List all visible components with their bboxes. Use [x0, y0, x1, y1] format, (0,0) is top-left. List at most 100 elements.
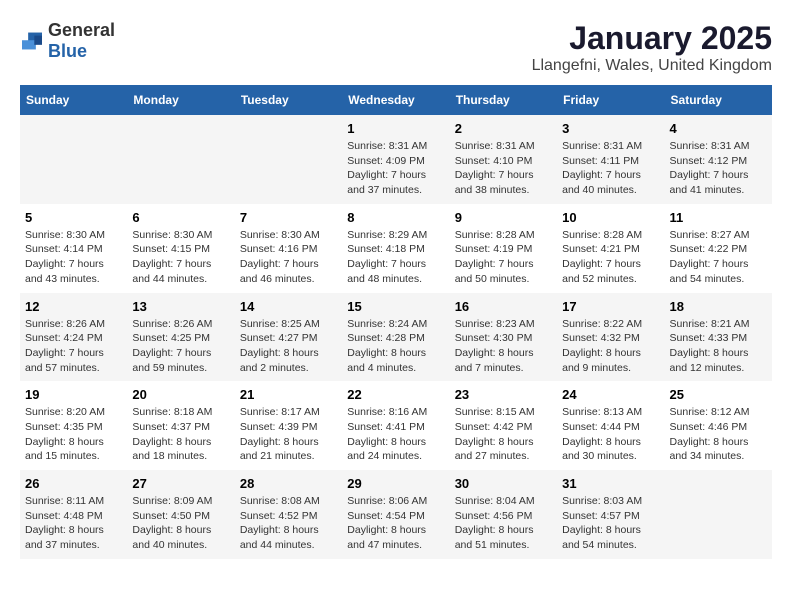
- day-number: 19: [25, 387, 122, 402]
- day-number: 15: [347, 299, 444, 314]
- day-number: 21: [240, 387, 337, 402]
- day-info: Sunrise: 8:29 AM Sunset: 4:18 PM Dayligh…: [347, 228, 444, 287]
- day-number: 14: [240, 299, 337, 314]
- day-number: 31: [562, 476, 659, 491]
- day-info: Sunrise: 8:20 AM Sunset: 4:35 PM Dayligh…: [25, 405, 122, 464]
- day-number: 29: [347, 476, 444, 491]
- day-number: 9: [455, 210, 552, 225]
- calendar-header: SundayMondayTuesdayWednesdayThursdayFrid…: [20, 85, 772, 115]
- day-number: 2: [455, 121, 552, 136]
- calendar-cell: 11 Sunrise: 8:27 AM Sunset: 4:22 PM Dayli…: [665, 204, 772, 293]
- logo: General Blue: [20, 20, 115, 62]
- day-number: 30: [455, 476, 552, 491]
- day-info: Sunrise: 8:12 AM Sunset: 4:46 PM Dayligh…: [670, 405, 767, 464]
- calendar-cell: 29 Sunrise: 8:06 AM Sunset: 4:54 PM Dayli…: [342, 470, 449, 559]
- calendar-cell: 25Sunrise: 8:12 AM Sunset: 4:46 PM Dayli…: [665, 381, 772, 470]
- day-number: 20: [132, 387, 229, 402]
- day-info: Sunrise: 8:26 AM Sunset: 4:25 PM Dayligh…: [132, 317, 229, 376]
- day-number: 4: [670, 121, 767, 136]
- logo-blue: Blue: [48, 41, 87, 61]
- day-number: 28: [240, 476, 337, 491]
- day-number: 12: [25, 299, 122, 314]
- day-info: Sunrise: 8:08 AM Sunset: 4:52 PM Dayligh…: [240, 494, 337, 553]
- day-number: 17: [562, 299, 659, 314]
- calendar-cell: [665, 470, 772, 559]
- calendar-body: 1 Sunrise: 8:31 AM Sunset: 4:09 PM Daylig…: [20, 115, 772, 559]
- day-info: Sunrise: 8:30 AM Sunset: 4:16 PM Dayligh…: [240, 228, 337, 287]
- calendar-cell: 30 Sunrise: 8:04 AM Sunset: 4:56 PM Dayli…: [450, 470, 557, 559]
- day-info: Sunrise: 8:18 AM Sunset: 4:37 PM Dayligh…: [132, 405, 229, 464]
- calendar-cell: [235, 115, 342, 204]
- calendar-cell: 7 Sunrise: 8:30 AM Sunset: 4:16 PM Daylig…: [235, 204, 342, 293]
- day-info: Sunrise: 8:31 AM Sunset: 4:10 PM Dayligh…: [455, 139, 552, 198]
- day-info: Sunrise: 8:04 AM Sunset: 4:56 PM Dayligh…: [455, 494, 552, 553]
- calendar-cell: 26 Sunrise: 8:11 AM Sunset: 4:48 PM Dayli…: [20, 470, 127, 559]
- calendar-cell: [20, 115, 127, 204]
- day-number: 23: [455, 387, 552, 402]
- logo-general: General: [48, 20, 115, 40]
- day-info: Sunrise: 8:15 AM Sunset: 4:42 PM Dayligh…: [455, 405, 552, 464]
- calendar-cell: 18Sunrise: 8:21 AM Sunset: 4:33 PM Dayli…: [665, 293, 772, 382]
- calendar-cell: 28 Sunrise: 8:08 AM Sunset: 4:52 PM Dayli…: [235, 470, 342, 559]
- calendar-cell: 13 Sunrise: 8:26 AM Sunset: 4:25 PM Dayli…: [127, 293, 234, 382]
- day-info: Sunrise: 8:23 AM Sunset: 4:30 PM Dayligh…: [455, 317, 552, 376]
- day-number: 11: [670, 210, 767, 225]
- day-number: 26: [25, 476, 122, 491]
- day-info: Sunrise: 8:28 AM Sunset: 4:19 PM Dayligh…: [455, 228, 552, 287]
- day-info: Sunrise: 8:22 AM Sunset: 4:32 PM Dayligh…: [562, 317, 659, 376]
- day-info: Sunrise: 8:03 AM Sunset: 4:57 PM Dayligh…: [562, 494, 659, 553]
- calendar-cell: 14 Sunrise: 8:25 AM Sunset: 4:27 PM Dayli…: [235, 293, 342, 382]
- calendar-cell: 8 Sunrise: 8:29 AM Sunset: 4:18 PM Daylig…: [342, 204, 449, 293]
- calendar-cell: 4 Sunrise: 8:31 AM Sunset: 4:12 PM Daylig…: [665, 115, 772, 204]
- day-info: Sunrise: 8:30 AM Sunset: 4:15 PM Dayligh…: [132, 228, 229, 287]
- day-number: 13: [132, 299, 229, 314]
- day-info: Sunrise: 8:28 AM Sunset: 4:21 PM Dayligh…: [562, 228, 659, 287]
- calendar-cell: 3Sunrise: 8:31 AM Sunset: 4:11 PM Daylig…: [557, 115, 664, 204]
- calendar-cell: 31 Sunrise: 8:03 AM Sunset: 4:57 PM Dayli…: [557, 470, 664, 559]
- weekday-thursday: Thursday: [450, 85, 557, 115]
- weekday-sunday: Sunday: [20, 85, 127, 115]
- day-number: 18: [670, 299, 767, 314]
- day-number: 3: [562, 121, 659, 136]
- day-info: Sunrise: 8:16 AM Sunset: 4:41 PM Dayligh…: [347, 405, 444, 464]
- day-info: Sunrise: 8:11 AM Sunset: 4:48 PM Dayligh…: [25, 494, 122, 553]
- calendar-cell: 6 Sunrise: 8:30 AM Sunset: 4:15 PM Daylig…: [127, 204, 234, 293]
- calendar-cell: 15Sunrise: 8:24 AM Sunset: 4:28 PM Dayli…: [342, 293, 449, 382]
- calendar-cell: 2 Sunrise: 8:31 AM Sunset: 4:10 PM Daylig…: [450, 115, 557, 204]
- calendar-cell: 16 Sunrise: 8:23 AM Sunset: 4:30 PM Dayli…: [450, 293, 557, 382]
- day-info: Sunrise: 8:31 AM Sunset: 4:12 PM Dayligh…: [670, 139, 767, 198]
- day-info: Sunrise: 8:25 AM Sunset: 4:27 PM Dayligh…: [240, 317, 337, 376]
- calendar-cell: 21 Sunrise: 8:17 AM Sunset: 4:39 PM Dayli…: [235, 381, 342, 470]
- week-row-5: 26 Sunrise: 8:11 AM Sunset: 4:48 PM Dayli…: [20, 470, 772, 559]
- day-number: 6: [132, 210, 229, 225]
- calendar-cell: [127, 115, 234, 204]
- day-number: 7: [240, 210, 337, 225]
- calendar-cell: 12 Sunrise: 8:26 AM Sunset: 4:24 PM Dayli…: [20, 293, 127, 382]
- day-number: 24: [562, 387, 659, 402]
- weekday-tuesday: Tuesday: [235, 85, 342, 115]
- weekday-saturday: Saturday: [665, 85, 772, 115]
- calendar-cell: 22 Sunrise: 8:16 AM Sunset: 4:41 PM Dayli…: [342, 381, 449, 470]
- day-info: Sunrise: 8:06 AM Sunset: 4:54 PM Dayligh…: [347, 494, 444, 553]
- calendar-cell: 1 Sunrise: 8:31 AM Sunset: 4:09 PM Daylig…: [342, 115, 449, 204]
- day-number: 27: [132, 476, 229, 491]
- day-number: 1: [347, 121, 444, 136]
- day-number: 8: [347, 210, 444, 225]
- calendar-table: SundayMondayTuesdayWednesdayThursdayFrid…: [20, 85, 772, 559]
- day-number: 22: [347, 387, 444, 402]
- day-info: Sunrise: 8:17 AM Sunset: 4:39 PM Dayligh…: [240, 405, 337, 464]
- calendar-cell: 5Sunrise: 8:30 AM Sunset: 4:14 PM Daylig…: [20, 204, 127, 293]
- calendar-cell: 9 Sunrise: 8:28 AM Sunset: 4:19 PM Daylig…: [450, 204, 557, 293]
- day-info: Sunrise: 8:31 AM Sunset: 4:09 PM Dayligh…: [347, 139, 444, 198]
- weekday-monday: Monday: [127, 85, 234, 115]
- logo-text: General Blue: [48, 20, 115, 62]
- day-info: Sunrise: 8:26 AM Sunset: 4:24 PM Dayligh…: [25, 317, 122, 376]
- day-info: Sunrise: 8:13 AM Sunset: 4:44 PM Dayligh…: [562, 405, 659, 464]
- week-row-3: 12 Sunrise: 8:26 AM Sunset: 4:24 PM Dayli…: [20, 293, 772, 382]
- day-info: Sunrise: 8:30 AM Sunset: 4:14 PM Dayligh…: [25, 228, 122, 287]
- logo-icon: [20, 31, 44, 51]
- day-info: Sunrise: 8:27 AM Sunset: 4:22 PM Dayligh…: [670, 228, 767, 287]
- calendar-cell: 10Sunrise: 8:28 AM Sunset: 4:21 PM Dayli…: [557, 204, 664, 293]
- calendar-cell: 27Sunrise: 8:09 AM Sunset: 4:50 PM Dayli…: [127, 470, 234, 559]
- day-number: 16: [455, 299, 552, 314]
